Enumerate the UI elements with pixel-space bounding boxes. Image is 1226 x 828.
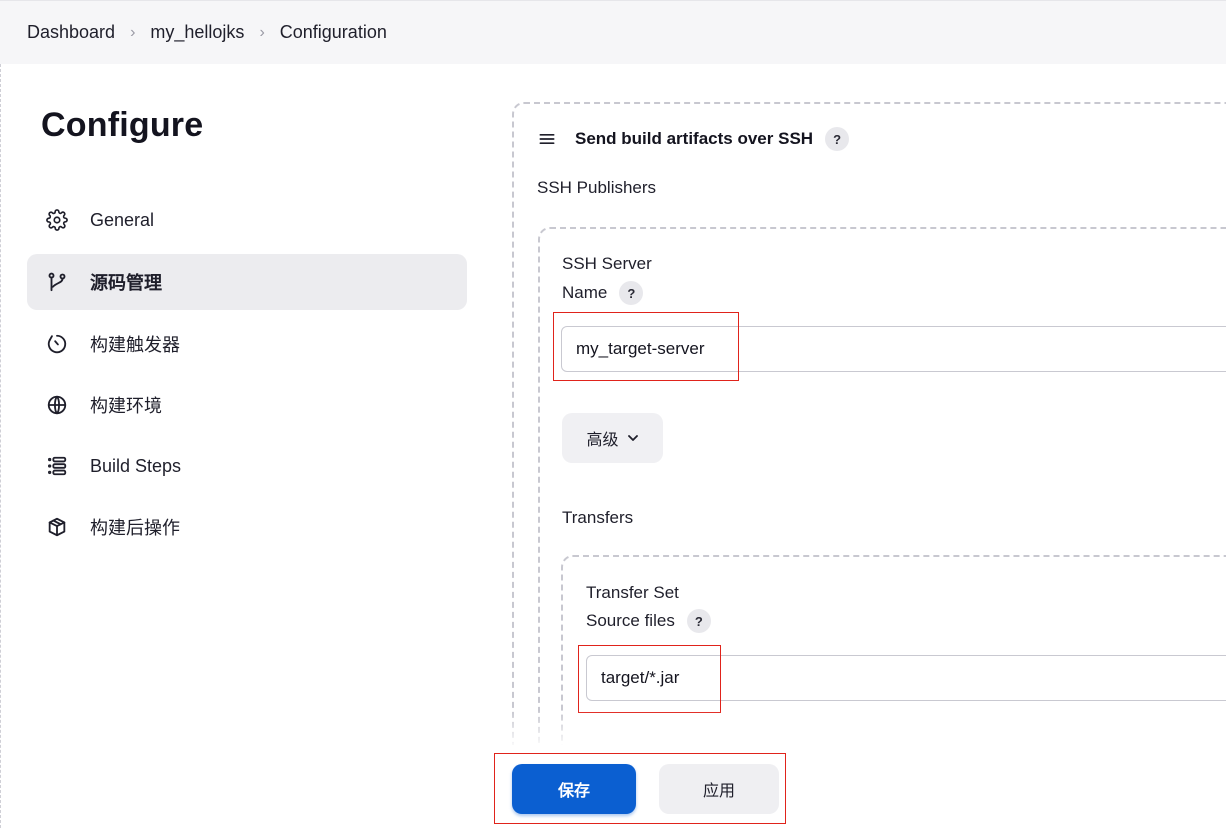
- source-branch-icon: [44, 269, 70, 295]
- chevron-down-icon: [627, 435, 638, 441]
- name-label-row: Name ?: [562, 281, 644, 305]
- source-files-label: Source files: [586, 611, 675, 630]
- sidebar-item-label: 构建后操作: [90, 518, 180, 538]
- help-icon[interactable]: ?: [619, 281, 644, 305]
- sidebar-item-label: Build Steps: [90, 455, 182, 476]
- ssh-server-label: SSH Server: [562, 254, 652, 273]
- chevron-right-icon: ›: [130, 23, 136, 41]
- transfers-label: Transfers: [562, 508, 634, 527]
- chevron-right-icon: ›: [259, 23, 265, 41]
- section-header: Send build artifacts over SSH ?: [537, 124, 850, 154]
- page-title: Configure: [41, 106, 204, 144]
- sidebar-item-build-environment[interactable]: 构建环境: [27, 377, 467, 433]
- drag-handle-icon[interactable]: [537, 128, 559, 150]
- save-button[interactable]: 保存: [512, 764, 636, 814]
- sidebar-item-label: 源码管理: [90, 273, 162, 293]
- breadcrumb-dashboard[interactable]: Dashboard: [27, 22, 115, 43]
- page-edge-divider: [0, 64, 1, 828]
- sidebar-item-label: 构建触发器: [90, 335, 180, 355]
- sidebar-item-build-steps[interactable]: Build Steps: [27, 438, 467, 494]
- ssh-publishers-label: SSH Publishers: [537, 178, 657, 197]
- breadcrumb: Dashboard › my_hellojks › Configuration: [0, 0, 1226, 64]
- list-icon: [44, 453, 70, 479]
- name-label: Name: [562, 283, 608, 302]
- server-name-input[interactable]: [561, 326, 1226, 372]
- globe-icon: [44, 392, 70, 418]
- source-files-input[interactable]: [586, 655, 1226, 701]
- sidebar-item-source-management[interactable]: 源码管理: [27, 254, 467, 310]
- transfer-set-label: Transfer Set: [586, 583, 679, 602]
- help-icon[interactable]: ?: [825, 127, 850, 151]
- sidebar-item-label: 构建环境: [90, 396, 162, 416]
- sidebar-item-build-triggers[interactable]: 构建触发器: [27, 316, 467, 372]
- sidebar-item-general[interactable]: General: [27, 192, 467, 248]
- apply-button[interactable]: 应用: [659, 764, 779, 814]
- breadcrumb-project[interactable]: my_hellojks: [150, 22, 244, 43]
- advanced-label: 高级: [586, 432, 619, 449]
- gear-icon: [44, 207, 70, 233]
- sidebar-item-post-build-actions[interactable]: 构建后操作: [27, 499, 467, 555]
- source-files-label-row: Source files ?: [586, 609, 711, 633]
- sidebar-item-label: General: [90, 209, 155, 230]
- help-icon[interactable]: ?: [686, 609, 711, 633]
- breadcrumb-configuration[interactable]: Configuration: [280, 22, 387, 43]
- bottom-fade: [480, 710, 1226, 746]
- package-icon: [44, 514, 70, 540]
- advanced-button[interactable]: 高级: [562, 413, 663, 463]
- timer-icon: [44, 331, 70, 357]
- section-title: Send build artifacts over SSH: [575, 129, 814, 148]
